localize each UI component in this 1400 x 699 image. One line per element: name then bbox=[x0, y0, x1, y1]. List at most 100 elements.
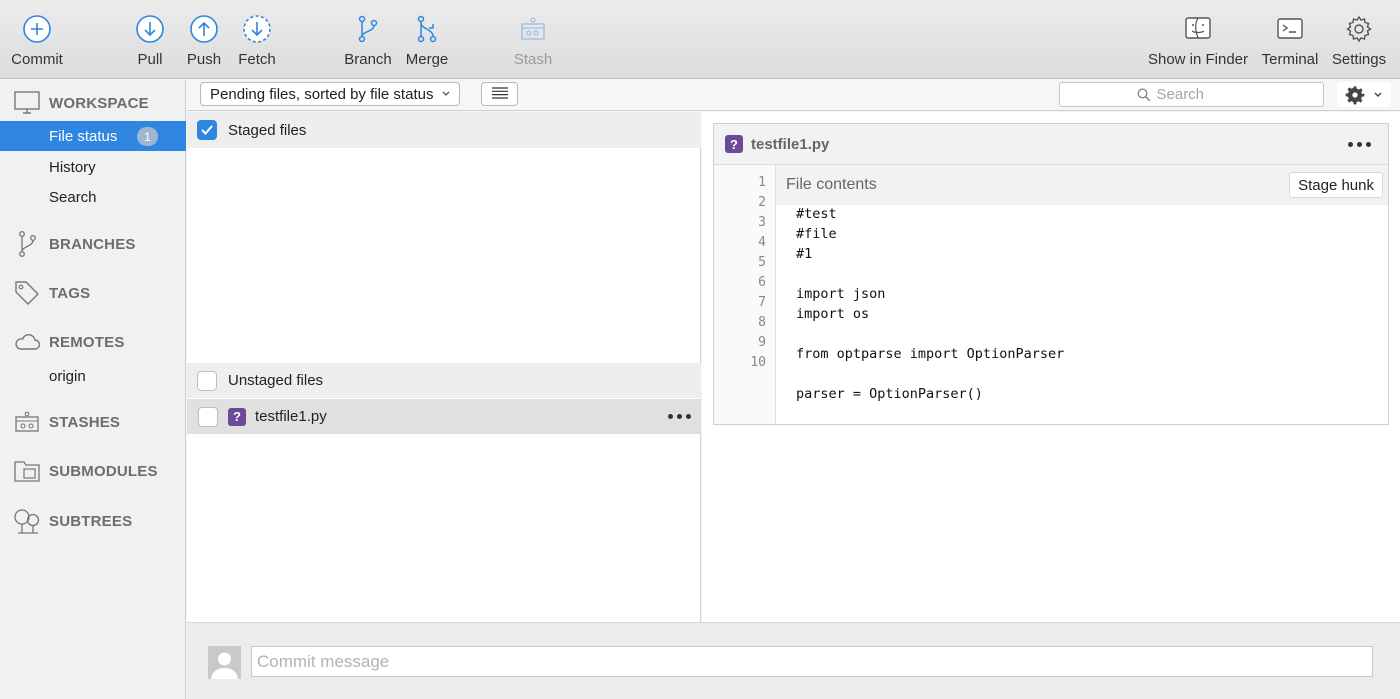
branch-label: Branch bbox=[344, 51, 392, 68]
sidebar-section-workspace[interactable]: WORKSPACE bbox=[0, 88, 186, 118]
sidebar-section-stashes[interactable]: STASHES bbox=[0, 407, 186, 437]
sort-select-value: Pending files, sorted by file status bbox=[210, 85, 434, 103]
tag-icon bbox=[12, 278, 42, 308]
sidebar-section-subtrees[interactable]: SUBTREES bbox=[0, 506, 186, 536]
diff-file-header: ? testfile1.py bbox=[714, 124, 1388, 165]
sidebar-item-file-status[interactable]: File status 1 bbox=[0, 121, 186, 151]
search-input[interactable] bbox=[1156, 86, 1247, 103]
line-number: 5 bbox=[758, 255, 766, 270]
sidebar-section-title: WORKSPACE bbox=[49, 94, 149, 112]
branch-icon bbox=[12, 229, 42, 259]
stash-icon bbox=[12, 407, 42, 437]
pull-label: Pull bbox=[137, 51, 163, 68]
sidebar-section-title: BRANCHES bbox=[49, 235, 136, 253]
code-line: import json bbox=[796, 286, 886, 302]
branch-icon bbox=[351, 12, 385, 46]
file-checkbox[interactable] bbox=[198, 406, 218, 427]
sidebar-section-branches[interactable]: BRANCHES bbox=[0, 229, 186, 259]
merge-icon bbox=[410, 12, 444, 46]
unstaged-files-checkbox[interactable] bbox=[197, 370, 217, 391]
diff-view: ? testfile1.py 1 2 3 4 5 6 7 8 9 10 File… bbox=[713, 123, 1389, 425]
code-line: import os bbox=[796, 306, 870, 322]
staged-files-label: Staged files bbox=[228, 121, 307, 139]
terminal-label: Terminal bbox=[1261, 51, 1319, 68]
dashed-arrow-down-circle-icon bbox=[240, 12, 274, 46]
untracked-status-icon: ? bbox=[228, 407, 246, 426]
line-number: 7 bbox=[758, 295, 766, 310]
more-options-icon[interactable] bbox=[668, 414, 691, 419]
monitor-icon bbox=[12, 88, 42, 118]
sidebar-item-label: File status bbox=[49, 127, 118, 145]
fetch-label: Fetch bbox=[238, 51, 276, 68]
stash-button[interactable]: Stash bbox=[493, 12, 573, 68]
merge-label: Merge bbox=[405, 51, 449, 68]
code-line: #file bbox=[796, 226, 837, 242]
merge-button[interactable]: Merge bbox=[387, 12, 467, 68]
stage-hunk-button[interactable]: Stage hunk bbox=[1289, 172, 1383, 198]
sidebar: WORKSPACE File status 1 History Search B… bbox=[0, 80, 186, 699]
file-list-toolbar: Pending files, sorted by file status bbox=[187, 80, 1400, 111]
sidebar-item-search[interactable]: Search bbox=[0, 182, 186, 212]
file-row[interactable]: ? testfile1.py bbox=[187, 399, 701, 434]
terminal-button[interactable]: Terminal bbox=[1250, 12, 1330, 68]
commit-button[interactable]: Commit bbox=[0, 12, 77, 68]
cloud-icon bbox=[12, 327, 42, 357]
settings-label: Settings bbox=[1331, 51, 1387, 68]
terminal-icon bbox=[1273, 12, 1307, 46]
line-number: 8 bbox=[758, 315, 766, 330]
diff-panel: ? testfile1.py 1 2 3 4 5 6 7 8 9 10 File… bbox=[702, 112, 1400, 622]
stash-icon bbox=[516, 12, 550, 46]
line-number: 9 bbox=[758, 335, 766, 350]
fetch-button[interactable]: Fetch bbox=[217, 12, 297, 68]
gear-icon bbox=[1342, 12, 1376, 46]
show-in-finder-button[interactable]: Show in Finder bbox=[1138, 12, 1258, 68]
file-name: testfile1.py bbox=[255, 408, 327, 425]
sidebar-section-tags[interactable]: TAGS bbox=[0, 278, 186, 308]
more-options-icon[interactable] bbox=[1348, 142, 1371, 147]
search-field[interactable] bbox=[1059, 82, 1324, 107]
line-number-gutter: 1 2 3 4 5 6 7 8 9 10 bbox=[714, 165, 776, 424]
line-number: 2 bbox=[758, 195, 766, 210]
arrow-down-circle-icon bbox=[133, 12, 167, 46]
line-number: 1 bbox=[758, 175, 766, 190]
sidebar-section-remotes[interactable]: REMOTES bbox=[0, 327, 186, 357]
sort-select[interactable]: Pending files, sorted by file status bbox=[200, 82, 460, 106]
sidebar-section-title: REMOTES bbox=[49, 333, 125, 351]
tree-icon bbox=[12, 506, 42, 536]
sidebar-item-label: origin bbox=[49, 367, 86, 385]
line-number: 10 bbox=[750, 355, 766, 370]
code-line: parser = OptionParser() bbox=[796, 386, 983, 402]
unstaged-files-label: Unstaged files bbox=[228, 372, 324, 389]
finder-icon bbox=[1181, 12, 1215, 46]
sidebar-section-title: TAGS bbox=[49, 284, 91, 302]
line-number: 3 bbox=[758, 215, 766, 230]
code-line: #1 bbox=[796, 246, 813, 262]
arrow-up-circle-icon bbox=[187, 12, 221, 46]
commit-label: Commit bbox=[11, 51, 63, 68]
show-in-finder-label: Show in Finder bbox=[1147, 51, 1249, 68]
avatar bbox=[208, 646, 241, 679]
commit-message-input[interactable] bbox=[251, 646, 1373, 677]
staged-files-header: Staged files bbox=[187, 112, 701, 148]
list-view-button[interactable] bbox=[481, 82, 518, 106]
submodule-icon bbox=[12, 456, 42, 486]
sidebar-section-submodules[interactable]: SUBMODULES bbox=[0, 456, 186, 486]
commit-message-bar bbox=[187, 622, 1400, 699]
search-icon bbox=[1136, 87, 1151, 102]
sidebar-section-title: SUBTREES bbox=[49, 512, 133, 530]
chevron-down-icon bbox=[1373, 90, 1383, 100]
sidebar-item-origin[interactable]: origin bbox=[0, 361, 186, 391]
staged-files-checkbox[interactable] bbox=[197, 120, 217, 140]
line-number: 4 bbox=[758, 235, 766, 250]
stash-label: Stash bbox=[513, 51, 553, 68]
hunk-header: File contents Stage hunk bbox=[776, 165, 1388, 205]
list-icon bbox=[491, 86, 509, 103]
push-label: Push bbox=[186, 51, 222, 68]
sidebar-item-history[interactable]: History bbox=[0, 152, 186, 182]
sidebar-section-title: STASHES bbox=[49, 413, 121, 431]
options-gear-button[interactable] bbox=[1337, 82, 1391, 107]
count-badge: 1 bbox=[137, 127, 158, 146]
main-toolbar: Commit Pull Push Fetch Branch Merge Stas… bbox=[0, 0, 1400, 79]
settings-button[interactable]: Settings bbox=[1319, 12, 1399, 68]
file-status-panel: Staged files Unstaged files ? testfile1.… bbox=[187, 112, 701, 622]
